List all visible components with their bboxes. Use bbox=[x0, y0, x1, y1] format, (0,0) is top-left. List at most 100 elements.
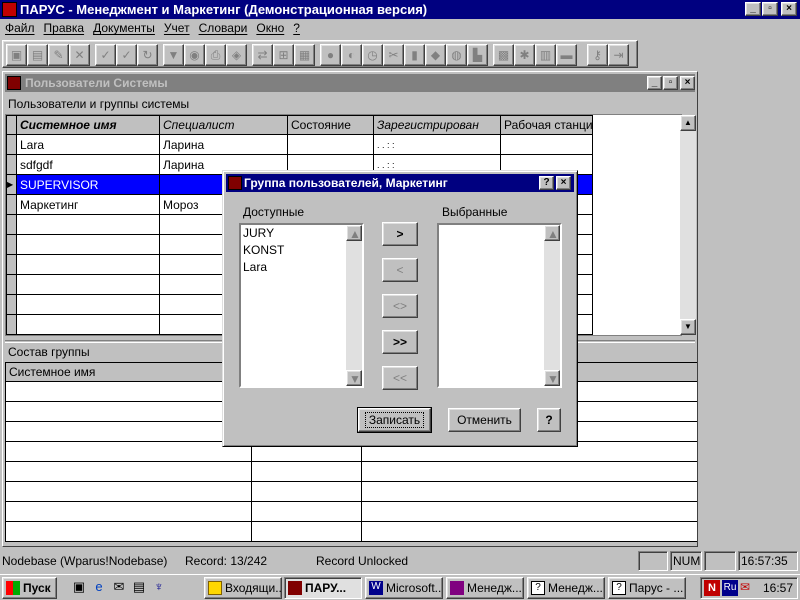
scroll-up-arrow-icon[interactable]: ▲ bbox=[680, 115, 696, 131]
coins-icon[interactable]: ◆ bbox=[425, 44, 446, 66]
maximize-button[interactable]: ▫ bbox=[762, 2, 778, 16]
edit-doc-icon[interactable]: ✎ bbox=[48, 44, 69, 66]
truck-icon[interactable]: ▙ bbox=[467, 44, 488, 66]
cell: Lara bbox=[16, 134, 160, 155]
mail-tray-icon[interactable]: ✉ bbox=[740, 580, 754, 596]
menu-file[interactable]: Файл bbox=[5, 21, 35, 35]
help-doc-icon: ? bbox=[531, 581, 545, 595]
scroll-down-arrow-icon[interactable]: ▼ bbox=[544, 370, 560, 386]
scroll-down-arrow-icon[interactable]: ▼ bbox=[680, 319, 696, 335]
users-grid-scrollbar[interactable]: ▲ ▼ bbox=[680, 115, 696, 335]
tree-icon[interactable]: ⊞ bbox=[273, 44, 294, 66]
find-icon[interactable]: ◉ bbox=[184, 44, 205, 66]
table-row[interactable] bbox=[5, 481, 697, 502]
table-row[interactable]: Lara Ларина . . : : bbox=[6, 134, 593, 155]
child-minimize-button[interactable]: _ bbox=[647, 76, 662, 90]
clock-icon[interactable]: ◷ bbox=[362, 44, 383, 66]
cell bbox=[287, 134, 374, 155]
cancel-button[interactable]: Отменить bbox=[448, 408, 521, 432]
tools-icon[interactable]: ✂ bbox=[383, 44, 404, 66]
copy-doc-icon[interactable]: ▤ bbox=[27, 44, 48, 66]
menu-dictionaries[interactable]: Словари bbox=[199, 21, 248, 35]
selected-scrollbar[interactable]: ▲ ▼ bbox=[544, 225, 560, 386]
menu-edit[interactable]: Правка bbox=[44, 21, 85, 35]
scroll-down-arrow-icon[interactable]: ▼ bbox=[346, 370, 362, 386]
task-parus-active[interactable]: ПАРУ... bbox=[284, 577, 362, 599]
module-2-icon[interactable]: ◐ bbox=[341, 44, 362, 66]
settings-icon[interactable]: ✱ bbox=[514, 44, 535, 66]
new-doc-icon[interactable]: ▣ bbox=[6, 44, 27, 66]
filter-icon[interactable]: ▼ bbox=[163, 44, 184, 66]
menu-documents[interactable]: Документы bbox=[93, 21, 155, 35]
col-specialist[interactable]: Специалист bbox=[159, 115, 288, 135]
dialog-help-title-button[interactable]: ? bbox=[539, 176, 554, 190]
app-title-bar: ПАРУС - Менеджмент и Маркетинг (Демонстр… bbox=[0, 0, 800, 19]
remove-button[interactable]: < bbox=[382, 258, 418, 282]
check-icon[interactable]: ✓ bbox=[95, 44, 116, 66]
delete-icon[interactable]: ✕ bbox=[69, 44, 90, 66]
quick-launch-icon[interactable]: ♆ bbox=[150, 579, 168, 597]
start-button[interactable]: Пуск bbox=[2, 577, 57, 599]
menu-accounting[interactable]: Учет bbox=[164, 21, 190, 35]
language-indicator[interactable]: Ru bbox=[722, 580, 738, 596]
show-desktop-icon[interactable]: ▤ bbox=[130, 579, 148, 597]
remove-all-button[interactable]: << bbox=[382, 366, 418, 390]
taskbar-clock: 16:57 bbox=[763, 581, 794, 595]
col-system-name[interactable]: Системное имя bbox=[16, 115, 160, 135]
folder-icon[interactable]: ▬ bbox=[556, 44, 577, 66]
list-item[interactable]: JURY bbox=[241, 225, 362, 242]
module-1-icon[interactable]: ● bbox=[320, 44, 341, 66]
dialog-close-button[interactable]: × bbox=[556, 176, 571, 190]
cell: SUPERVISOR bbox=[16, 174, 160, 195]
desktop-icon[interactable]: ▣ bbox=[70, 579, 88, 597]
available-scrollbar[interactable]: ▲ ▼ bbox=[346, 225, 362, 386]
table-row[interactable] bbox=[5, 521, 697, 542]
globe-icon[interactable]: ◍ bbox=[446, 44, 467, 66]
scroll-up-arrow-icon[interactable]: ▲ bbox=[544, 225, 560, 241]
table-row[interactable] bbox=[5, 461, 697, 482]
child-maximize-button[interactable]: ▫ bbox=[663, 76, 678, 90]
list-item[interactable]: Lara bbox=[241, 259, 362, 276]
col-registered[interactable]: Зарегистрирован bbox=[373, 115, 501, 135]
add-button[interactable]: > bbox=[382, 222, 418, 246]
key-icon[interactable]: ⚷ bbox=[587, 44, 608, 66]
close-button[interactable]: × bbox=[781, 2, 797, 16]
task-manager-2[interactable]: ? Менедж... bbox=[527, 577, 605, 599]
table-icon[interactable]: ▦ bbox=[294, 44, 315, 66]
task-manager-1[interactable]: Менедж... bbox=[446, 577, 524, 599]
check-all-icon[interactable]: ✓ bbox=[116, 44, 137, 66]
task-inbox[interactable]: Входящи... bbox=[204, 577, 282, 599]
book-icon[interactable]: ▮ bbox=[404, 44, 425, 66]
task-parus-2[interactable]: ? Парус - ... bbox=[608, 577, 686, 599]
col-workstation[interactable]: Рабочая станци bbox=[500, 115, 593, 135]
child-close-button[interactable]: × bbox=[680, 76, 695, 90]
refresh-icon[interactable]: ↻ bbox=[137, 44, 158, 66]
help-button[interactable]: ? bbox=[537, 408, 561, 432]
notepad-icon[interactable]: ▥ bbox=[535, 44, 556, 66]
save-button[interactable]: Записать bbox=[357, 407, 432, 433]
exit-icon[interactable]: ⇥ bbox=[608, 44, 629, 66]
ie-icon[interactable]: e bbox=[90, 579, 108, 597]
outlook-icon[interactable]: ✉ bbox=[110, 579, 128, 597]
print-icon[interactable]: ⎙ bbox=[205, 44, 226, 66]
link-icon[interactable]: ⇄ bbox=[252, 44, 273, 66]
selected-listbox[interactable]: ▲ ▼ bbox=[437, 223, 562, 388]
add-all-button[interactable]: >> bbox=[382, 330, 418, 354]
menu-help[interactable]: ? bbox=[293, 21, 300, 35]
swap-button[interactable]: <> bbox=[382, 294, 418, 318]
current-row-icon: ▶ bbox=[6, 174, 17, 195]
parus-icon bbox=[288, 581, 302, 595]
scroll-up-arrow-icon[interactable]: ▲ bbox=[346, 225, 362, 241]
menu-window[interactable]: Окно bbox=[256, 21, 284, 35]
table-row[interactable] bbox=[5, 501, 697, 522]
calculator-icon[interactable]: ▩ bbox=[493, 44, 514, 66]
cell: sdfgdf bbox=[16, 154, 160, 175]
available-listbox[interactable]: JURY KONST Lara ▲ ▼ bbox=[239, 223, 364, 388]
minimize-button[interactable]: _ bbox=[745, 2, 761, 16]
export-icon[interactable]: ◈ bbox=[226, 44, 247, 66]
task-word[interactable]: W Microsoft... bbox=[365, 577, 443, 599]
col-state[interactable]: Состояние bbox=[287, 115, 374, 135]
list-item[interactable]: KONST bbox=[241, 242, 362, 259]
status-panel bbox=[638, 551, 668, 571]
norton-icon[interactable]: N bbox=[704, 580, 720, 596]
